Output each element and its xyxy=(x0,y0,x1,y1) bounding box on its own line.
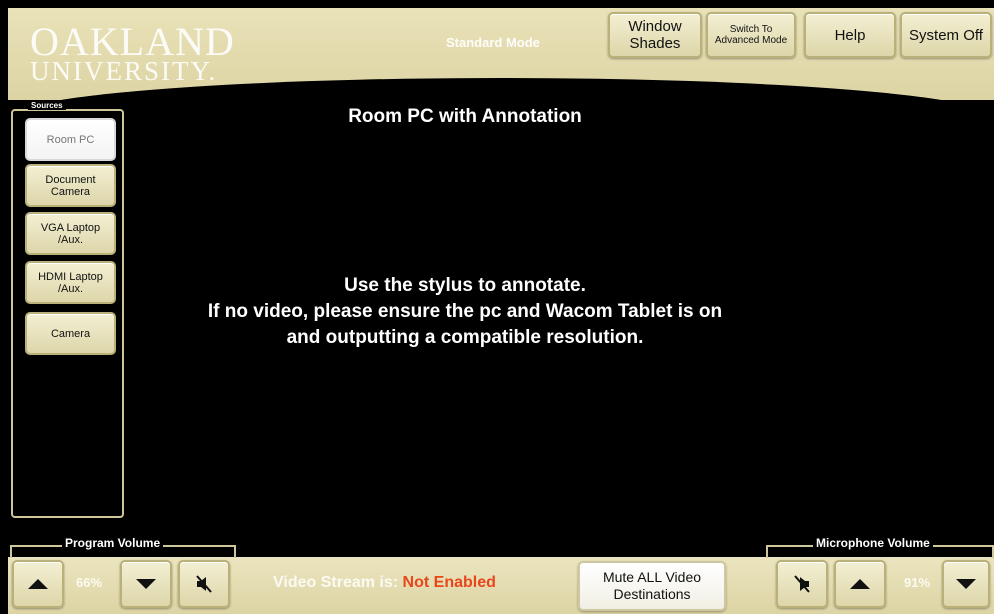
source-vga-laptop-line2: /Aux. xyxy=(57,233,84,246)
window-shades-button[interactable]: Window Shades xyxy=(608,12,702,58)
mute-speaker-icon xyxy=(196,575,212,593)
message-line1: Use the stylus to annotate. xyxy=(344,275,586,296)
program-volume-label: Program Volume xyxy=(62,536,164,550)
source-vga-laptop[interactable]: VGA Laptop /Aux. xyxy=(25,212,116,255)
video-stream-value: Not Enabled xyxy=(402,574,496,591)
source-room-pc-label: Room PC xyxy=(46,133,95,146)
program-volume-down-button[interactable] xyxy=(120,560,172,608)
microphone-volume-label: Microphone Volume xyxy=(813,536,933,550)
source-document-camera-line1: Document xyxy=(45,173,96,186)
program-volume-value: 66% xyxy=(76,575,103,590)
mute-speaker-icon xyxy=(794,575,810,593)
page-title: Room PC with Annotation xyxy=(348,106,582,127)
switch-advanced-line1: Switch To xyxy=(729,24,773,35)
source-document-camera-label: Document Camera xyxy=(45,174,95,198)
microphone-volume-down-button[interactable] xyxy=(942,560,990,608)
video-stream-status: Video Stream is: Not Enabled xyxy=(273,574,496,592)
message-line3: and outputting a compatible resolution. xyxy=(286,327,644,348)
university-logo: OAKLAND UNIVERSITY. xyxy=(30,22,235,85)
mode-label: Standard Mode xyxy=(446,35,540,50)
source-hdmi-laptop-line1: HDMI Laptop xyxy=(38,270,103,283)
switch-advanced-button[interactable]: Switch To Advanced Mode xyxy=(706,12,796,58)
instruction-message: Use the stylus to annotate. If no video,… xyxy=(100,273,830,351)
microphone-volume-up-button[interactable] xyxy=(834,560,886,608)
logo-line2: UNIVERSITY. xyxy=(30,56,218,86)
source-vga-laptop-label: VGA Laptop /Aux. xyxy=(41,222,100,246)
source-hdmi-laptop-label: HDMI Laptop /Aux. xyxy=(38,271,103,295)
mute-all-line2: Destinations xyxy=(613,586,691,602)
window-shades-line2: Shades xyxy=(629,35,681,52)
source-vga-laptop-line1: VGA Laptop xyxy=(40,221,101,234)
help-button[interactable]: Help xyxy=(804,12,896,58)
mute-all-video-label: Mute ALL Video Destinations xyxy=(603,569,701,603)
program-mute-button[interactable] xyxy=(178,560,230,608)
window-shades-label: Window Shades xyxy=(628,18,681,52)
source-hdmi-laptop-line2: /Aux. xyxy=(57,282,84,295)
source-camera-label: Camera xyxy=(50,327,91,340)
window-shades-line1: Window xyxy=(628,18,682,35)
system-off-button[interactable]: System Off xyxy=(900,12,992,58)
up-arrow-icon xyxy=(28,579,48,589)
message-line2: If no video, please ensure the pc and Wa… xyxy=(207,301,723,322)
help-label: Help xyxy=(834,26,866,44)
microphone-volume-value: 91% xyxy=(904,575,931,590)
mute-all-video-button[interactable]: Mute ALL Video Destinations xyxy=(578,561,726,611)
switch-advanced-line2: Advanced Mode xyxy=(714,35,788,46)
source-document-camera[interactable]: Document Camera xyxy=(25,164,116,207)
touch-panel-screen: OAKLAND UNIVERSITY. Standard Mode Window… xyxy=(0,0,994,614)
source-document-camera-line2: Camera xyxy=(50,185,91,198)
video-stream-label: Video Stream is: xyxy=(273,574,399,591)
program-volume-up-button[interactable] xyxy=(12,560,64,608)
down-arrow-icon xyxy=(136,579,156,589)
switch-advanced-label: Switch To Advanced Mode xyxy=(715,24,787,46)
system-off-label: System Off xyxy=(909,26,983,44)
down-arrow-icon xyxy=(956,579,976,589)
microphone-mute-button[interactable] xyxy=(776,560,828,608)
mute-all-line1: Mute ALL Video xyxy=(602,569,702,585)
up-arrow-icon xyxy=(850,579,870,589)
